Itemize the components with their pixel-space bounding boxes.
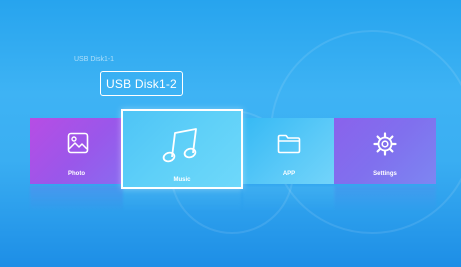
gear-icon [373, 132, 397, 156]
disk-list-header: USB Disk1-1 [74, 56, 115, 63]
tile-music-label: Music [173, 177, 191, 183]
image-icon [67, 132, 89, 154]
tile-photo-label: Photo [68, 171, 85, 177]
folder-icon [277, 134, 301, 154]
tile-reflection [334, 186, 436, 212]
usb-disk-selector[interactable]: USB Disk1-2 [100, 71, 183, 96]
music-note-icon [162, 128, 197, 163]
tile-music[interactable]: Music [121, 109, 243, 189]
tile-app[interactable]: APP [243, 118, 335, 184]
usb-disk-selector-label: USB Disk1-2 [106, 76, 177, 91]
tile-photo[interactable]: Photo [30, 118, 123, 184]
tile-reflection [30, 186, 123, 212]
tile-reflection [243, 186, 335, 212]
tile-settings-label: Settings [373, 171, 397, 177]
tile-app-label: APP [282, 171, 296, 177]
tile-settings[interactable]: Settings [334, 118, 436, 184]
tile-reflection [123, 186, 241, 212]
